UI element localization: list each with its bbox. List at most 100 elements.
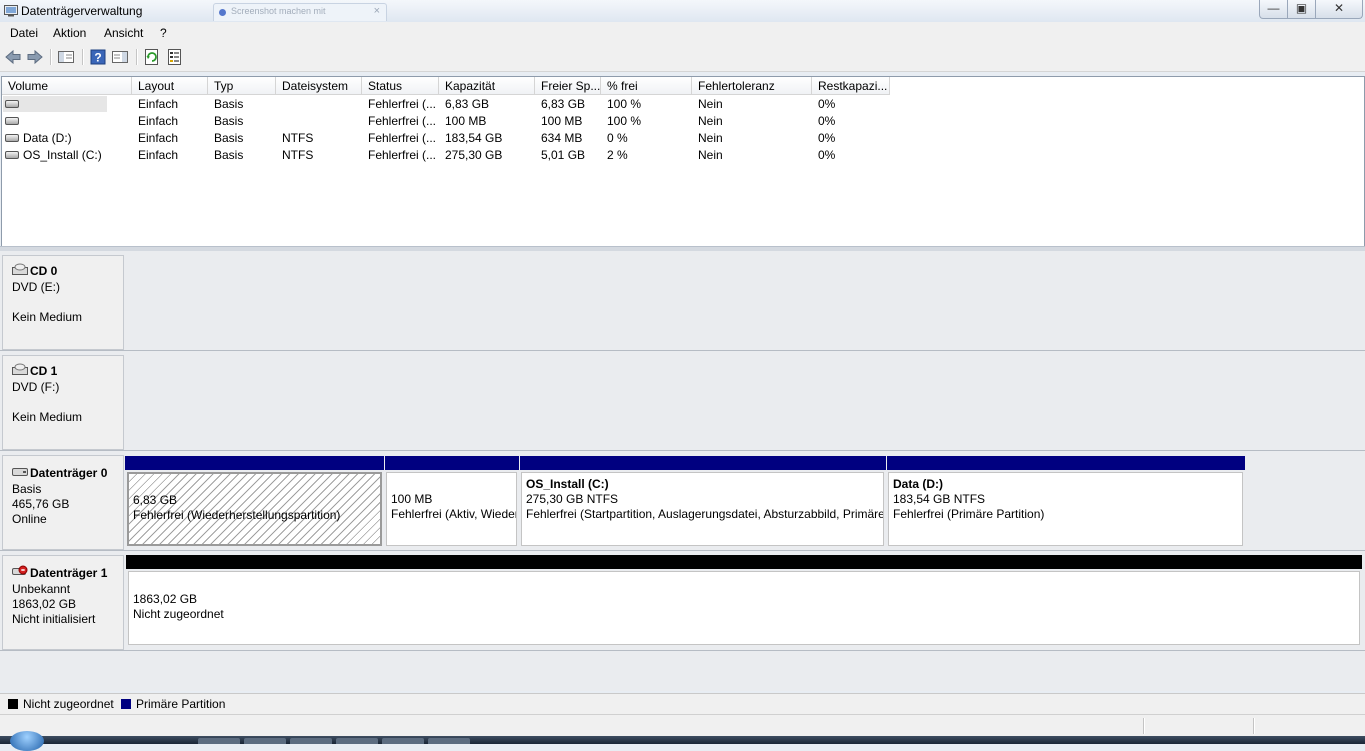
toolbar: ? — [0, 43, 1365, 72]
disk-row-cd1[interactable]: CD 1 DVD (F:) Kein Medium — [0, 351, 1365, 450]
background-tab-label: Screenshot machen mit — [231, 6, 326, 16]
cell-layout: Einfach — [138, 131, 179, 145]
partition-status: Fehlerfrei (Wiederherstellungspartition) — [133, 508, 341, 522]
legend-swatch-primary — [121, 699, 131, 709]
cell-status: Fehlerfrei (... — [368, 114, 437, 128]
cell-prozent-frei: 100 % — [607, 97, 642, 111]
partition-data-d[interactable]: Data (D:) 183,54 GB NTFS Fehlerfrei (Pri… — [886, 456, 1245, 548]
cell-layout: Einfach — [138, 148, 179, 162]
disk-graphical-view: CD 0 DVD (E:) Kein Medium CD 1 DVD (F:) … — [0, 251, 1365, 691]
cell-fehlertoleranz: Nein — [698, 114, 723, 128]
partition-system-reserved[interactable]: 100 MB Fehlerfrei (Aktiv, Wiederherstell… — [384, 456, 519, 548]
disk-state: Online — [12, 512, 47, 526]
toolbar-separator — [136, 49, 138, 65]
taskbar-button[interactable] — [382, 738, 424, 744]
partition-body: 1863,02 GB Nicht zugeordnet — [128, 571, 1360, 645]
cell-typ: Basis — [214, 97, 244, 111]
action-pane-icon[interactable] — [111, 48, 129, 66]
taskbar-button[interactable] — [290, 738, 332, 744]
partition-type-bar — [126, 555, 1362, 569]
properties-icon[interactable] — [166, 48, 184, 66]
partition-type-bar — [385, 456, 519, 470]
disk-drive-icon — [12, 468, 28, 476]
start-orb-icon[interactable] — [10, 731, 44, 751]
back-arrow-icon[interactable] — [4, 48, 22, 66]
disk-name: CD 0 — [30, 264, 58, 278]
partition-os-install-c[interactable]: OS_Install (C:) 275,30 GB NTFS Fehlerfre… — [519, 456, 886, 548]
disk-row-disk1[interactable]: Datenträger 1 Unbekannt 1863,02 GB Nicht… — [0, 551, 1365, 650]
column-header-kapazitaet[interactable]: Kapazität — [439, 77, 535, 95]
window-titlebar[interactable]: Datenträgerverwaltung Screenshot machen … — [0, 0, 1365, 22]
window-title: Datenträgerverwaltung — [21, 4, 143, 18]
disk-drive-icon — [5, 134, 19, 142]
partition-recovery[interactable]: 6,83 GB Fehlerfrei (Wiederherstellungspa… — [125, 456, 384, 548]
cell-dateisystem: NTFS — [282, 131, 314, 145]
legend: Nicht zugeordnet Primäre Partition — [0, 693, 1365, 714]
toolbar-separator — [50, 49, 52, 65]
help-icon[interactable]: ? — [89, 48, 107, 66]
disk-drive-letter: DVD (E:) — [12, 280, 60, 294]
close-button[interactable]: ✕ — [1315, 0, 1363, 19]
menu-datei[interactable]: Datei — [10, 26, 38, 40]
partition-type-bar — [520, 456, 886, 470]
cell-restkapazitaet: 0% — [818, 97, 836, 111]
cell-restkapazitaet: 0% — [818, 114, 836, 128]
menu-ansicht[interactable]: Ansicht — [104, 26, 143, 40]
column-header-dateisystem[interactable]: Dateisystem — [276, 77, 362, 95]
table-row[interactable]: Einfach Basis Fehlerfrei (... 100 MB 100… — [2, 113, 1362, 130]
column-header-typ[interactable]: Typ — [208, 77, 276, 95]
disk-label-cd0[interactable]: CD 0 DVD (E:) Kein Medium — [2, 255, 124, 350]
disk-label-disk1[interactable]: Datenträger 1 Unbekannt 1863,02 GB Nicht… — [2, 555, 124, 650]
column-header-fehlertoleranz[interactable]: Fehlertoleranz — [692, 77, 812, 95]
disk-row-disk0[interactable]: Datenträger 0 Basis 465,76 GB Online 6,8… — [0, 451, 1365, 550]
maximize-button[interactable]: ▣ — [1287, 0, 1316, 19]
volume-list[interactable]: Volume Layout Typ Dateisystem Status Kap… — [1, 76, 1365, 248]
cell-layout: Einfach — [138, 114, 179, 128]
disk0-partition-area: 6,83 GB Fehlerfrei (Wiederherstellungspa… — [125, 456, 1245, 548]
column-header-status[interactable]: Status — [362, 77, 439, 95]
cell-volume: OS_Install (C:) — [23, 148, 102, 162]
management-console-icon — [4, 5, 18, 17]
partition-status: Fehlerfrei (Aktiv, Wiederherstellungspar… — [391, 507, 516, 521]
disk-label-disk0[interactable]: Datenträger 0 Basis 465,76 GB Online — [2, 455, 124, 550]
partition-type-bar — [125, 456, 384, 470]
cell-freier-speicher: 634 MB — [541, 131, 583, 145]
cell-fehlertoleranz: Nein — [698, 131, 723, 145]
menu-aktion[interactable]: Aktion — [53, 26, 86, 40]
cell-status: Fehlerfrei (... — [368, 148, 437, 162]
column-header-volume[interactable]: Volume — [2, 77, 132, 95]
svg-text:?: ? — [94, 51, 101, 65]
disk-type: Basis — [12, 482, 42, 496]
legend-label-primary: Primäre Partition — [136, 697, 226, 711]
cell-fehlertoleranz: Nein — [698, 148, 723, 162]
table-row[interactable]: OS_Install (C:) Einfach Basis NTFS Fehle… — [2, 147, 1362, 164]
cell-status: Fehlerfrei (... — [368, 97, 437, 111]
table-row[interactable]: Data (D:) Einfach Basis NTFS Fehlerfrei … — [2, 130, 1362, 147]
taskbar-button[interactable] — [244, 738, 286, 744]
taskbar-button[interactable] — [428, 738, 470, 744]
taskbar — [0, 736, 1365, 744]
table-row[interactable]: Einfach Basis Fehlerfrei (... 6,83 GB 6,… — [2, 96, 1362, 113]
menu-help[interactable]: ? — [160, 26, 167, 40]
refresh-icon[interactable] — [143, 48, 161, 66]
column-header-layout[interactable]: Layout — [132, 77, 208, 95]
forward-arrow-icon[interactable] — [26, 48, 44, 66]
console-tree-icon[interactable] — [57, 48, 75, 66]
cell-typ: Basis — [214, 148, 244, 162]
taskbar-button[interactable] — [198, 738, 240, 744]
cell-prozent-frei: 100 % — [607, 114, 642, 128]
cell-status: Fehlerfrei (... — [368, 131, 437, 145]
disk-row-cd0[interactable]: CD 0 DVD (E:) Kein Medium — [0, 251, 1365, 350]
taskbar-button[interactable] — [336, 738, 378, 744]
cell-dateisystem: NTFS — [282, 148, 314, 162]
column-header-restkapazitaet[interactable]: Restkapazi... — [812, 77, 890, 95]
cell-typ: Basis — [214, 131, 244, 145]
disk-name: Datenträger 0 — [30, 466, 108, 480]
disk-type: Unbekannt — [12, 582, 71, 596]
column-header-freier-speicher[interactable]: Freier Sp... — [535, 77, 601, 95]
disk-label-cd1[interactable]: CD 1 DVD (F:) Kein Medium — [2, 355, 124, 450]
partition-unallocated[interactable]: 1863,02 GB Nicht zugeordnet — [126, 555, 1362, 647]
minimize-button[interactable]: — — [1259, 0, 1288, 19]
column-header-prozent-frei[interactable]: % frei — [601, 77, 692, 95]
status-bar-divider — [1143, 718, 1145, 734]
